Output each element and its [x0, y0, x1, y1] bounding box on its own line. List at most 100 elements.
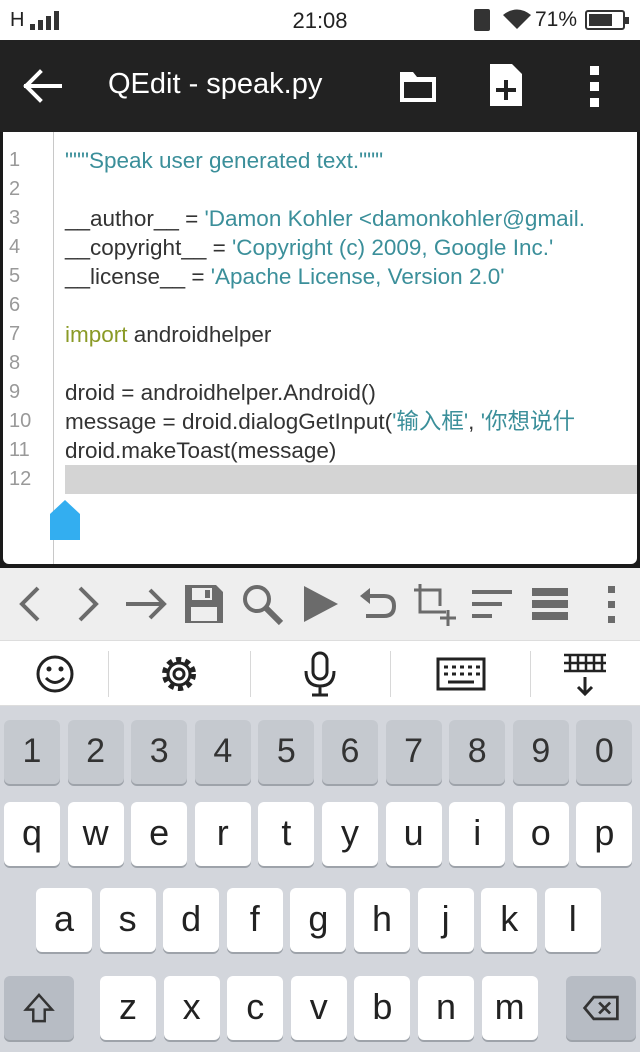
code-line[interactable]: 10 message = droid.dialogGetInput('输入框', …: [3, 407, 637, 436]
more-vert-icon[interactable]: [590, 582, 634, 626]
key-r[interactable]: r: [194, 802, 251, 866]
string-token: '你想说什: [480, 409, 575, 434]
wifi-icon: [503, 9, 531, 29]
new-file-icon[interactable]: [486, 62, 526, 108]
run-icon[interactable]: [298, 582, 342, 626]
key-2[interactable]: 2: [67, 720, 124, 784]
settings-gear-icon[interactable]: [154, 651, 204, 697]
key-i[interactable]: i: [449, 802, 506, 866]
key-d[interactable]: d: [163, 888, 220, 952]
key-o[interactable]: o: [512, 802, 569, 866]
code-token: message = droid.dialogGetInput(: [65, 409, 393, 434]
keyboard-toolbar: [0, 640, 640, 706]
folder-icon[interactable]: [396, 66, 440, 106]
overflow-menu-icon[interactable]: [580, 60, 610, 112]
key-f[interactable]: f: [226, 888, 283, 952]
line-number: 8: [9, 352, 21, 374]
code-line[interactable]: 1 """Speak user generated text.""": [3, 146, 637, 175]
key-h[interactable]: h: [354, 888, 410, 952]
list-icon[interactable]: [528, 582, 572, 626]
code-line[interactable]: 4 __copyright__ = 'Copyright (c) 2009, Go…: [3, 233, 637, 262]
page-title: QEdit - speak.py: [108, 68, 323, 100]
editor-frame: 1 """Speak user generated text.""" 2 3 __aut…: [0, 132, 640, 568]
format-align-icon[interactable]: [470, 582, 514, 626]
chevron-left-icon[interactable]: [10, 582, 54, 626]
key-a[interactable]: a: [36, 888, 92, 952]
line-code: [65, 465, 637, 494]
line-number: 1: [9, 149, 21, 171]
code-token: androidhelper: [127, 322, 272, 347]
key-b[interactable]: b: [354, 976, 411, 1040]
key-n[interactable]: n: [418, 976, 474, 1040]
key-y[interactable]: y: [322, 802, 378, 866]
emoji-icon[interactable]: [30, 651, 80, 697]
code-line[interactable]: 9 droid = androidhelper.Android(): [3, 378, 637, 407]
key-j[interactable]: j: [417, 888, 474, 952]
line-number: 5: [9, 265, 21, 287]
key-l[interactable]: l: [544, 888, 601, 952]
battery-percent: 71%: [535, 8, 578, 31]
backspace-key[interactable]: [566, 976, 636, 1040]
key-t[interactable]: t: [258, 802, 315, 866]
code-line[interactable]: 11 droid.makeToast(message): [3, 436, 637, 465]
line-number: 2: [9, 178, 21, 200]
key-1[interactable]: 1: [4, 720, 60, 784]
string-token: 'Copyright (c) 2009, Google Inc.': [232, 235, 554, 260]
key-7[interactable]: 7: [385, 720, 442, 784]
code-line[interactable]: 5 __license__ = 'Apache License, Version …: [3, 262, 637, 291]
crop-add-icon[interactable]: [412, 582, 456, 626]
code-line[interactable]: 7 import androidhelper: [3, 320, 637, 349]
shift-key[interactable]: [4, 976, 74, 1040]
status-bar: H 21:08 71%: [0, 0, 640, 40]
code-line[interactable]: 2: [3, 175, 637, 204]
key-w[interactable]: w: [67, 802, 124, 866]
key-9[interactable]: 9: [512, 720, 569, 784]
key-4[interactable]: 4: [194, 720, 251, 784]
code-token: __copyright__ =: [65, 235, 232, 260]
string-token: 'Damon Kohler <damonkohler@gmail.: [204, 206, 585, 231]
line-code: message = droid.dialogGetInput('输入框', '你…: [65, 407, 575, 436]
keyboard-icon[interactable]: [436, 651, 486, 697]
microphone-icon[interactable]: [295, 651, 345, 697]
key-m[interactable]: m: [481, 976, 538, 1040]
key-6[interactable]: 6: [322, 720, 378, 784]
back-arrow-icon[interactable]: [20, 64, 68, 108]
key-3[interactable]: 3: [131, 720, 188, 784]
code-editor[interactable]: 1 """Speak user generated text.""" 2 3 __aut…: [3, 132, 637, 564]
code-line[interactable]: 6: [3, 291, 637, 320]
search-icon[interactable]: [240, 582, 284, 626]
key-p[interactable]: p: [576, 802, 633, 866]
save-icon[interactable]: [182, 582, 226, 626]
undo-icon[interactable]: [356, 582, 400, 626]
line-code: """Speak user generated text.""": [65, 146, 383, 175]
key-e[interactable]: e: [131, 802, 188, 866]
key-g[interactable]: g: [290, 888, 347, 952]
key-c[interactable]: c: [227, 976, 284, 1040]
line-number: 9: [9, 381, 21, 403]
code-line[interactable]: 3 __author__ = 'Damon Kohler <damonkohler…: [3, 204, 637, 233]
line-code: droid.makeToast(message): [65, 436, 336, 465]
text-cursor-handle[interactable]: [50, 500, 80, 540]
key-q[interactable]: q: [4, 802, 60, 866]
key-x[interactable]: x: [163, 976, 220, 1040]
key-u[interactable]: u: [385, 802, 442, 866]
editor-toolbar: [0, 568, 640, 640]
string-token: """Speak user generated text.""": [65, 148, 384, 173]
chevron-right-icon[interactable]: [66, 582, 110, 626]
soft-keyboard: 1234567890 qwertyuiop asdfghjkl zxcvbnm: [0, 706, 640, 1052]
key-s[interactable]: s: [99, 888, 156, 952]
arrow-right-icon[interactable]: [124, 582, 168, 626]
line-number: 11: [9, 439, 30, 461]
battery-icon: [585, 10, 629, 30]
line-number: 12: [9, 468, 32, 490]
line-number: 4: [9, 236, 21, 258]
key-v[interactable]: v: [290, 976, 347, 1040]
code-line[interactable]: 12: [3, 465, 637, 494]
key-k[interactable]: k: [481, 888, 538, 952]
code-line[interactable]: 8: [3, 349, 637, 378]
key-8[interactable]: 8: [449, 720, 506, 784]
key-5[interactable]: 5: [258, 720, 315, 784]
key-z[interactable]: z: [100, 976, 156, 1040]
hide-keyboard-icon[interactable]: [560, 651, 610, 697]
key-0[interactable]: 0: [576, 720, 633, 784]
